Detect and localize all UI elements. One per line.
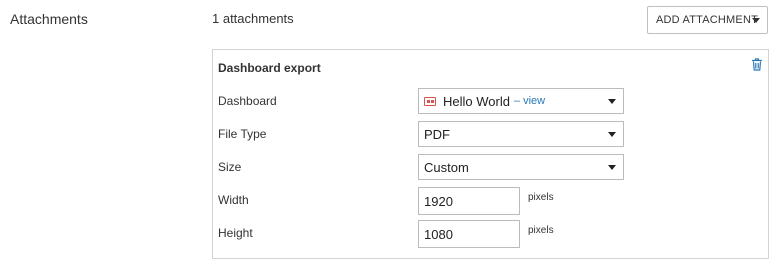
dashboard-icon	[424, 96, 436, 106]
file-type-value: PDF	[424, 126, 450, 142]
view-link[interactable]: view	[523, 95, 545, 107]
height-unit: pixels	[528, 225, 554, 236]
view-separator: –	[513, 95, 521, 107]
size-select[interactable]: Custom	[418, 154, 624, 180]
size-label: Size	[218, 160, 242, 174]
width-input[interactable]	[418, 187, 520, 215]
add-attachment-button[interactable]: ADD ATTACHMENT	[647, 6, 768, 34]
chevron-down-icon	[608, 99, 616, 104]
attachment-panel: Dashboard export Dashboard Hello World –…	[212, 49, 769, 259]
size-value: Custom	[424, 159, 469, 175]
attachments-label: Attachments	[10, 11, 88, 27]
add-attachment-label: ADD ATTACHMENT	[656, 14, 759, 26]
attachment-title: Dashboard export	[218, 61, 321, 75]
chevron-down-icon	[608, 165, 616, 170]
dashboard-label: Dashboard	[218, 94, 277, 108]
height-input[interactable]	[418, 220, 520, 248]
width-unit: pixels	[528, 192, 554, 203]
chevron-down-icon	[608, 132, 616, 137]
chevron-down-icon	[752, 18, 760, 23]
width-label: Width	[218, 193, 249, 207]
file-type-select[interactable]: PDF	[418, 121, 624, 147]
height-label: Height	[218, 226, 253, 240]
trash-icon[interactable]	[751, 58, 765, 72]
file-type-label: File Type	[218, 127, 267, 141]
dashboard-select[interactable]: Hello World – view	[418, 88, 624, 114]
attachment-count: 1 attachments	[212, 11, 294, 26]
dashboard-value: Hello World	[443, 93, 510, 109]
